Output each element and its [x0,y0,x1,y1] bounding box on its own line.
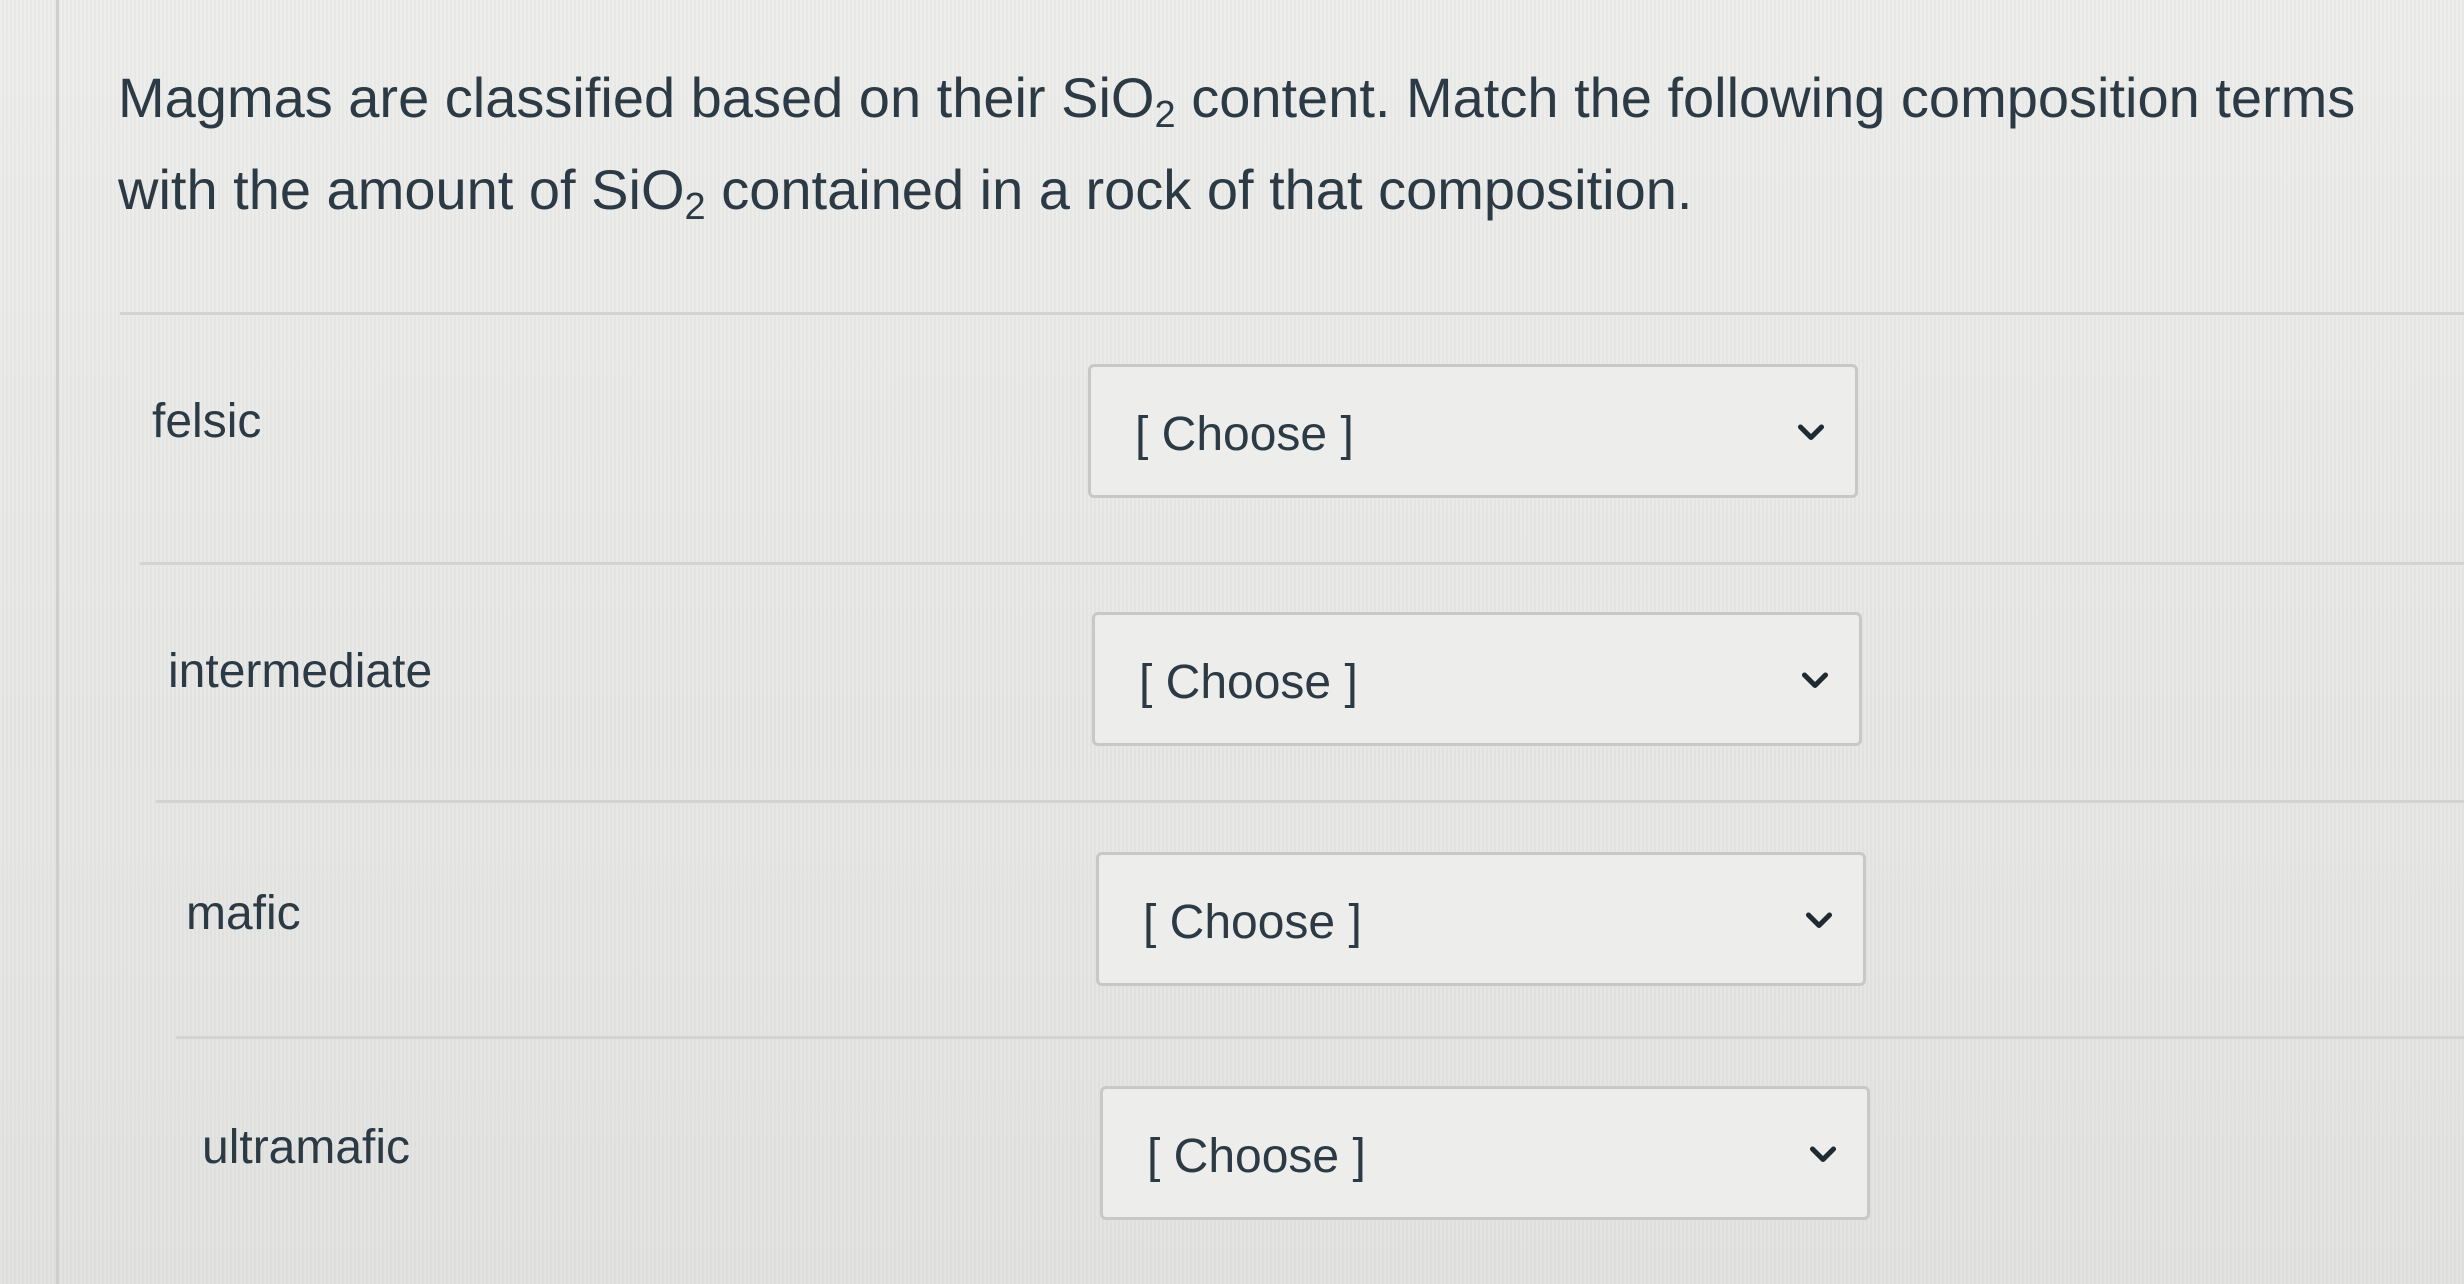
chevron-down-icon [1809,1146,1837,1163]
divider [120,312,2464,315]
chevron-down-icon [1801,672,1829,689]
term-felsic: felsic [152,395,262,448]
quiz-page: Magmas are classified based on their SiO… [0,0,2464,1284]
answer-select-intermediate[interactable]: [ Choose ] [1092,612,1862,746]
question-part-1: Magmas are classified based on their SiO [118,66,1155,129]
divider [156,800,2464,803]
select-value: [ Choose ] [1143,896,1362,949]
select-value: [ Choose ] [1135,408,1354,461]
answer-select-felsic[interactable]: [ Choose ] [1088,364,1858,498]
answer-select-ultramafic[interactable]: [ Choose ] [1100,1086,1870,1220]
question-subscript-1: 2 [1154,94,1176,136]
select-value: [ Choose ] [1147,1130,1366,1183]
answer-select-mafic[interactable]: [ Choose ] [1096,852,1866,986]
question-subscript-2: 2 [684,186,706,228]
divider [140,562,2464,565]
divider [176,1036,2464,1039]
term-intermediate: intermediate [168,645,433,698]
left-border [56,0,59,1284]
term-mafic: mafic [186,887,301,940]
term-ultramafic: ultramafic [202,1121,411,1174]
question-text: Magmas are classified based on their SiO… [118,52,2418,236]
chevron-down-icon [1805,912,1833,929]
chevron-down-icon [1797,424,1825,441]
select-value: [ Choose ] [1139,656,1358,709]
question-part-3: contained in a rock of that composition. [705,158,1693,221]
